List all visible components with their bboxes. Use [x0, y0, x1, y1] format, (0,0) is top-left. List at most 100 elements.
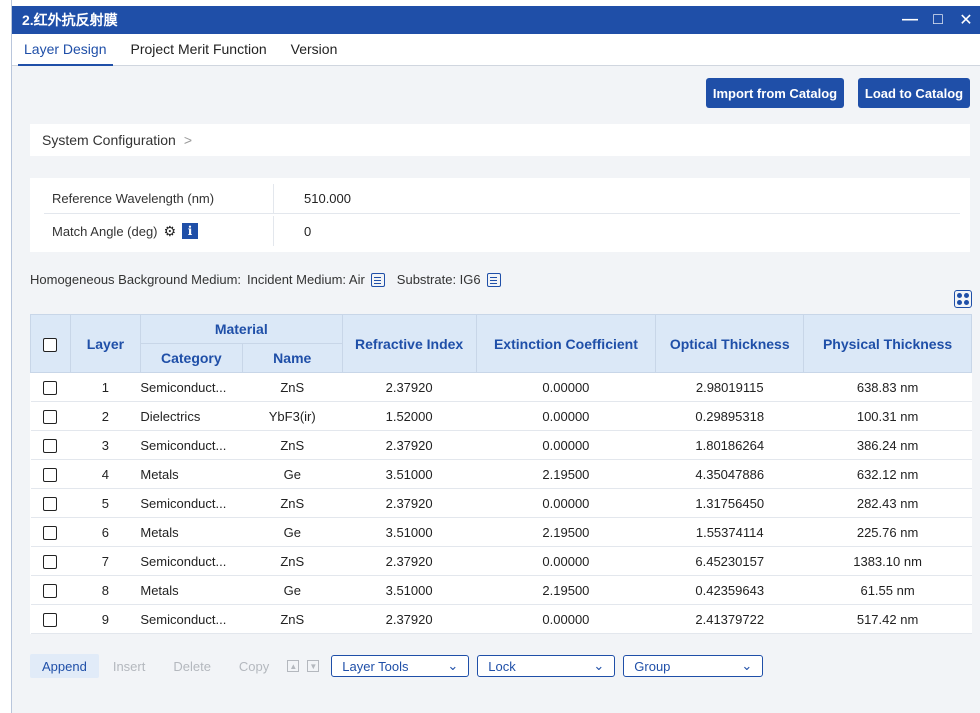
append-button[interactable]: Append: [30, 654, 99, 678]
optical-thickness-cell[interactable]: 0.42359643: [655, 575, 804, 605]
refractive-index-cell[interactable]: 2.37920: [342, 372, 477, 402]
layer-cell[interactable]: 5: [70, 488, 141, 518]
layer-tools-dropdown[interactable]: Layer Tools ⌄: [331, 655, 470, 677]
refractive-index-cell[interactable]: 3.51000: [342, 575, 477, 605]
extinction-coefficient-cell[interactable]: 0.00000: [476, 488, 656, 518]
name-cell[interactable]: YbF3(ir): [242, 401, 343, 431]
extinction-coefficient-cell[interactable]: 0.00000: [476, 604, 656, 634]
import-from-catalog-button[interactable]: Import from Catalog: [706, 78, 844, 108]
row-checkbox[interactable]: [43, 583, 58, 598]
layer-column-header[interactable]: Layer: [69, 314, 141, 373]
layer-cell[interactable]: 4: [70, 459, 141, 489]
optical-thickness-cell[interactable]: 4.35047886: [655, 459, 804, 489]
table-row[interactable]: 7 Semiconduct... ZnS 2.37920 0.00000 6.452301…: [30, 546, 972, 576]
extinction-coefficient-cell[interactable]: 2.19500: [476, 575, 656, 605]
physical-thickness-cell[interactable]: 282.43 nm: [803, 488, 972, 518]
category-cell[interactable]: Semiconduct...: [140, 488, 243, 518]
optical-thickness-cell[interactable]: 2.41379722: [655, 604, 804, 634]
extinction-coefficient-cell[interactable]: 0.00000: [476, 546, 656, 576]
category-cell[interactable]: Metals: [140, 517, 243, 547]
physical-thickness-cell[interactable]: 225.76 nm: [803, 517, 972, 547]
name-cell[interactable]: ZnS: [242, 372, 343, 402]
optical-thickness-cell[interactable]: 1.80186264: [655, 430, 804, 460]
extinction-coefficient-cell[interactable]: 0.00000: [476, 372, 656, 402]
optical-thickness-cell[interactable]: 2.98019115: [655, 372, 804, 402]
category-cell[interactable]: Semiconduct...: [140, 546, 243, 576]
table-row[interactable]: 2 Dielectrics YbF3(ir) 1.52000 0.00000 0.2989…: [30, 401, 972, 431]
layer-cell[interactable]: 6: [70, 517, 141, 547]
physical-thickness-cell[interactable]: 517.42 nm: [803, 604, 972, 634]
name-cell[interactable]: Ge: [242, 517, 343, 547]
optical-thickness-cell[interactable]: 0.29895318: [655, 401, 804, 431]
layer-cell[interactable]: 8: [70, 575, 141, 605]
physical-thickness-cell[interactable]: 386.24 nm: [803, 430, 972, 460]
group-dropdown[interactable]: Group ⌄: [623, 655, 764, 677]
physical-thickness-cell[interactable]: 632.12 nm: [803, 459, 972, 489]
category-cell[interactable]: Semiconduct...: [140, 372, 243, 402]
table-row[interactable]: 6 Metals Ge 3.51000 2.19500 1.55374114 225.76 …: [30, 517, 972, 547]
copy-button[interactable]: Copy: [225, 659, 283, 674]
optical-thickness-column-header[interactable]: Optical Thickness: [655, 314, 805, 373]
refractive-index-cell[interactable]: 3.51000: [342, 517, 477, 547]
maximize-button[interactable]: □: [924, 6, 952, 34]
name-cell[interactable]: Ge: [242, 575, 343, 605]
name-cell[interactable]: ZnS: [242, 488, 343, 518]
layer-cell[interactable]: 9: [70, 604, 141, 634]
reference-wavelength-value[interactable]: 510.000: [274, 191, 351, 206]
insert-button[interactable]: Insert: [99, 659, 160, 674]
extinction-coefficient-cell[interactable]: 2.19500: [476, 517, 656, 547]
table-row[interactable]: 4 Metals Ge 3.51000 2.19500 4.35047886 632.12 …: [30, 459, 972, 489]
match-angle-value[interactable]: 0: [274, 224, 311, 239]
row-checkbox[interactable]: [43, 525, 58, 540]
gear-icon[interactable]: ⚙: [164, 223, 177, 240]
layer-cell[interactable]: 1: [70, 372, 141, 402]
tab-version[interactable]: Version: [279, 41, 350, 65]
extinction-coefficient-column-header[interactable]: Extinction Coefficient: [475, 314, 657, 373]
physical-thickness-cell[interactable]: 638.83 nm: [803, 372, 972, 402]
edit-substrate-icon[interactable]: [486, 272, 501, 287]
refractive-index-cell[interactable]: 3.51000: [342, 459, 477, 489]
delete-button[interactable]: Delete: [159, 659, 225, 674]
row-checkbox[interactable]: [43, 496, 58, 511]
category-column-header[interactable]: Category: [139, 343, 243, 373]
select-all-checkbox[interactable]: [43, 337, 58, 352]
refractive-index-column-header[interactable]: Refractive Index: [341, 314, 477, 373]
refractive-index-cell[interactable]: 2.37920: [342, 488, 477, 518]
row-checkbox[interactable]: [43, 380, 58, 395]
tab-project-merit-function[interactable]: Project Merit Function: [119, 41, 279, 65]
name-column-header[interactable]: Name: [241, 343, 343, 373]
physical-thickness-cell[interactable]: 61.55 nm: [803, 575, 972, 605]
move-down-icon[interactable]: ▼: [307, 660, 320, 672]
optical-thickness-cell[interactable]: 1.55374114: [655, 517, 804, 547]
physical-thickness-cell[interactable]: 1383.10 nm: [803, 546, 972, 576]
refractive-index-cell[interactable]: 2.37920: [342, 546, 477, 576]
refractive-index-cell[interactable]: 2.37920: [342, 430, 477, 460]
layer-cell[interactable]: 2: [70, 401, 141, 431]
physical-thickness-column-header[interactable]: Physical Thickness: [803, 314, 972, 373]
load-to-catalog-button[interactable]: Load to Catalog: [858, 78, 970, 108]
table-row[interactable]: 8 Metals Ge 3.51000 2.19500 0.42359643 61.55 n…: [30, 575, 972, 605]
category-cell[interactable]: Semiconduct...: [140, 430, 243, 460]
category-cell[interactable]: Semiconduct...: [140, 604, 243, 634]
tab-layer-design[interactable]: Layer Design: [12, 41, 119, 66]
refractive-index-cell[interactable]: 1.52000: [342, 401, 477, 431]
category-cell[interactable]: Metals: [140, 459, 243, 489]
layer-cell[interactable]: 3: [70, 430, 141, 460]
name-cell[interactable]: Ge: [242, 459, 343, 489]
extinction-coefficient-cell[interactable]: 0.00000: [476, 430, 656, 460]
table-row[interactable]: 9 Semiconduct... ZnS 2.37920 0.00000 2.413797…: [30, 604, 972, 634]
minimize-button[interactable]: —: [896, 6, 924, 34]
row-checkbox[interactable]: [43, 467, 58, 482]
table-row[interactable]: 3 Semiconduct... ZnS 2.37920 0.00000 1.801862…: [30, 430, 972, 460]
row-checkbox[interactable]: [43, 438, 58, 453]
name-cell[interactable]: ZnS: [242, 430, 343, 460]
name-cell[interactable]: ZnS: [242, 604, 343, 634]
edit-incident-medium-icon[interactable]: [370, 272, 385, 287]
row-checkbox[interactable]: [43, 409, 58, 424]
move-up-icon[interactable]: ▲: [287, 660, 300, 672]
category-cell[interactable]: Metals: [140, 575, 243, 605]
table-row[interactable]: 5 Semiconduct... ZnS 2.37920 0.00000 1.317564…: [30, 488, 972, 518]
extinction-coefficient-cell[interactable]: 0.00000: [476, 401, 656, 431]
table-row[interactable]: 1 Semiconduct... ZnS 2.37920 0.00000 2.980191…: [30, 372, 972, 402]
category-cell[interactable]: Dielectrics: [140, 401, 243, 431]
